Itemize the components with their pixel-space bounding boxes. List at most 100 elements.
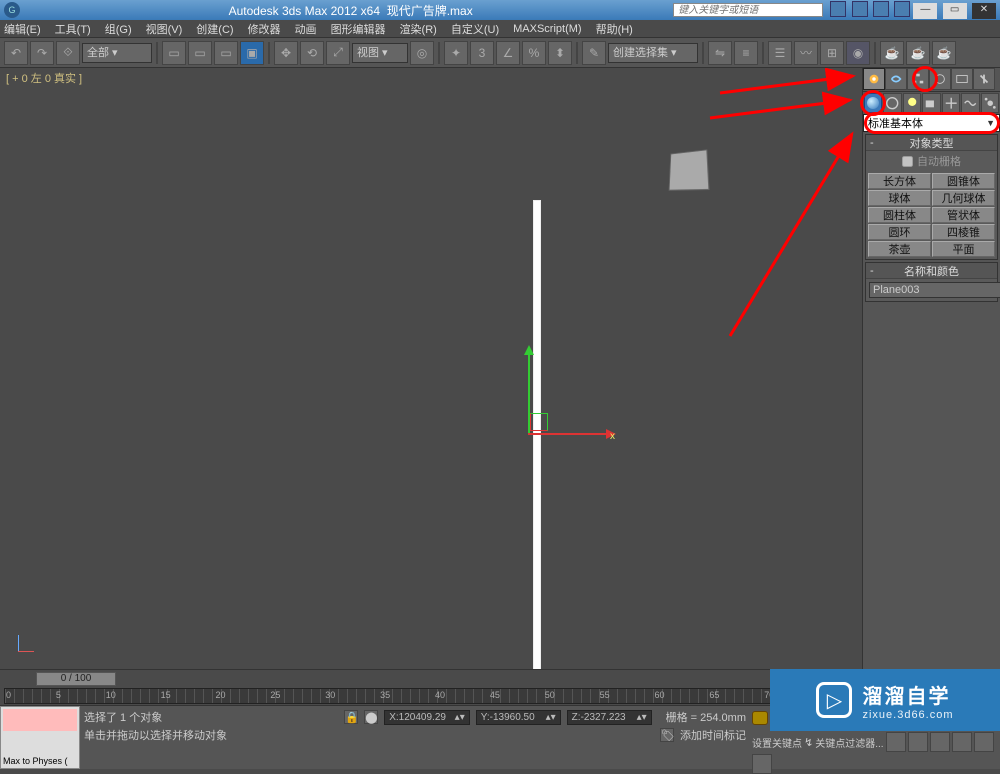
layers-icon[interactable]: ☰ [768,41,792,65]
box-button[interactable]: 长方体 [868,173,931,189]
autogrid-checkbox[interactable]: 自动栅格 [866,151,997,171]
geosphere-button[interactable]: 几何球体 [932,190,995,206]
zoom-icon[interactable] [930,732,950,752]
window-crossing-icon[interactable]: ▣ [240,41,264,65]
menu-animation[interactable]: 动画 [295,21,317,37]
menu-rendering[interactable]: 渲染(R) [400,21,437,37]
menu-edit[interactable]: 编辑(E) [4,21,41,37]
render-setup-icon[interactable]: ☕ [880,41,904,65]
menu-graph-editors[interactable]: 图形编辑器 [331,21,386,37]
key-mode-icon[interactable] [752,711,768,725]
cylinder-button[interactable]: 圆柱体 [868,207,931,223]
selection-lock-icon[interactable]: 🔒 [344,710,358,724]
spinner-snap-icon[interactable]: ⬍ [548,41,572,65]
rollout-header-object-type[interactable]: -对象类型 [866,135,997,151]
align-icon[interactable]: ≡ [734,41,758,65]
time-tag-icon[interactable]: 🏷 [660,728,674,742]
z-coord-field[interactable]: Z:▴▾ [567,710,652,725]
material-editor-icon[interactable]: ◉ [846,41,870,65]
selected-plane-object[interactable] [533,200,541,690]
plane-button[interactable]: 平面 [932,241,995,257]
display-tab[interactable] [951,68,973,90]
max-viewport-icon[interactable] [752,754,772,774]
viewcube[interactable] [660,142,714,196]
minimize-button[interactable]: — [913,3,937,19]
schematic-icon[interactable]: ⊞ [820,41,844,65]
help-icon[interactable] [894,1,910,17]
setkey-button[interactable]: 设置关键点 [752,735,802,750]
mirror-icon[interactable]: ⇋ [708,41,732,65]
isolate-icon[interactable]: ⬤ [364,710,378,724]
key-filters-icon[interactable]: ↯ [804,736,813,749]
systems-tab[interactable] [981,93,999,113]
help-search-input[interactable] [673,3,823,17]
edit-sel-set-icon[interactable]: ✎ [582,41,606,65]
modify-tab[interactable] [885,68,907,90]
gizmo-x-axis-icon[interactable] [528,433,608,435]
snap-icon[interactable]: 3 [470,41,494,65]
pyramid-button[interactable]: 四棱锥 [932,224,995,240]
named-selection-dropdown[interactable]: 创建选择集 ▾ [608,43,698,63]
favorites-icon[interactable] [873,1,889,17]
menu-help[interactable]: 帮助(H) [596,21,633,37]
sphere-button[interactable]: 球体 [868,190,931,206]
selection-filter-dropdown[interactable]: 全部 ▾ [82,43,152,63]
manip-icon[interactable]: ✦ [444,41,468,65]
rotate-icon[interactable]: ⟲ [300,41,324,65]
menu-tools[interactable]: 工具(T) [55,21,91,37]
cone-button[interactable]: 圆锥体 [932,173,995,189]
pan-icon[interactable] [886,732,906,752]
render-frame-icon[interactable]: ☕ [906,41,930,65]
pivot-icon[interactable]: ◎ [410,41,434,65]
infocenter-icon[interactable] [830,1,846,17]
object-name-field[interactable] [869,282,1000,298]
menu-modifiers[interactable]: 修改器 [248,21,281,37]
angle-snap-icon[interactable]: ∠ [496,41,520,65]
undo-icon[interactable]: ↶ [4,41,28,65]
rect-region-icon[interactable]: ▭ [214,41,238,65]
title-help-icons [829,1,911,20]
menu-customize[interactable]: 自定义(U) [451,21,499,37]
ref-coord-dropdown[interactable]: 视图 ▾ [352,43,408,63]
curve-editor-icon[interactable]: 〰 [794,41,818,65]
menu-create[interactable]: 创建(C) [196,21,233,37]
select-icon[interactable]: ▭ [162,41,186,65]
fov-icon[interactable] [974,732,994,752]
gizmo-xy-plane-icon[interactable] [530,413,548,431]
utilities-tab[interactable] [973,68,995,90]
torus-button[interactable]: 圆环 [868,224,931,240]
redo-icon[interactable]: ↷ [30,41,54,65]
helpers-tab[interactable] [942,93,960,113]
time-slider-thumb[interactable]: 0 / 100 [36,672,116,686]
rollout-header-name-color[interactable]: -名称和颜色 [866,263,997,279]
teapot-button[interactable]: 茶壶 [868,241,931,257]
cameras-tab[interactable] [922,93,940,113]
zoom-extents-icon[interactable] [952,732,972,752]
viewport-label[interactable]: [ + 0 左 0 真实 ] [6,70,82,86]
maximize-button[interactable]: ▭ [943,3,967,19]
menu-views[interactable]: 视图(V) [146,21,183,37]
lights-tab[interactable] [903,93,921,113]
x-coord-field[interactable]: X:▴▾ [384,710,470,725]
maxscript-listener[interactable]: Max to Physes ( [0,706,80,769]
close-button[interactable]: ✕ [972,3,996,19]
spacewarps-tab[interactable] [961,93,979,113]
render-icon[interactable]: ☕ [932,41,956,65]
orbit-icon[interactable] [908,732,928,752]
select-name-icon[interactable]: ▭ [188,41,212,65]
viewcube-face[interactable] [669,149,710,190]
menu-maxscript[interactable]: MAXScript(M) [513,23,581,35]
move-icon[interactable]: ✥ [274,41,298,65]
scale-icon[interactable]: ⤢ [326,41,350,65]
key-filters-button[interactable]: 关键点过滤器... [815,735,883,750]
subscription-icon[interactable] [852,1,868,17]
create-tab[interactable] [863,68,885,90]
link-icon[interactable]: ⟐ [56,41,80,65]
percent-snap-icon[interactable]: % [522,41,546,65]
tube-button[interactable]: 管状体 [932,207,995,223]
menu-group[interactable]: 组(G) [105,21,132,37]
add-time-tag-button[interactable]: 添加时间标记 [680,727,746,743]
shapes-tab[interactable] [883,93,901,113]
viewport[interactable]: [ + 0 左 0 真实 ] x [0,68,862,669]
y-coord-field[interactable]: Y:▴▾ [476,710,561,725]
